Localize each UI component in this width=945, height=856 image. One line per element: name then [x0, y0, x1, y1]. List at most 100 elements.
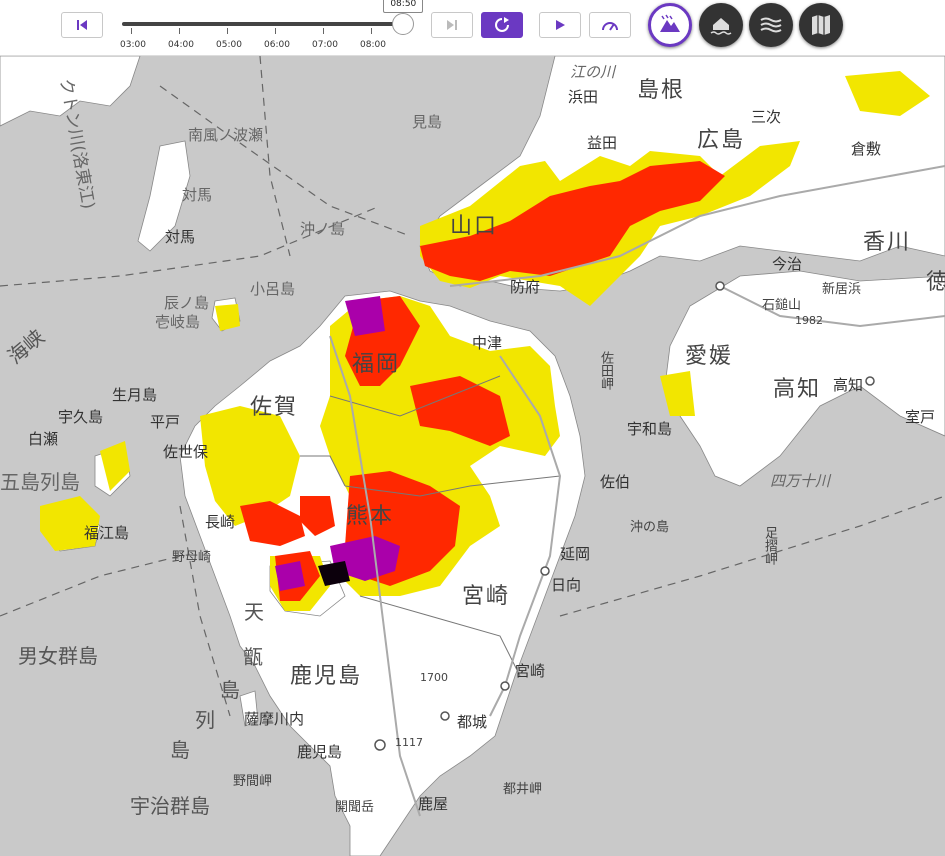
- label-uwajima: 宇和島: [627, 420, 673, 438]
- tick-mark: [371, 28, 372, 34]
- skip-to-end-button[interactable]: [431, 12, 473, 38]
- city-marker: [540, 566, 550, 576]
- house-flood-icon: [710, 18, 732, 35]
- label-kagoshima-city: 鹿児島: [297, 743, 343, 761]
- label-kochi-city: 高知: [833, 376, 864, 394]
- label-nobeoka: 延岡: [560, 545, 591, 563]
- label-saga: 佐賀: [250, 395, 299, 420]
- skip-start-icon: [77, 20, 87, 30]
- map-canvas: [0, 56, 945, 856]
- tick-mark: [323, 28, 324, 34]
- label-satsumasendai: 薩摩川内: [244, 710, 305, 728]
- label-ikitsuki: 生月島: [112, 386, 158, 404]
- river-icon: [760, 17, 782, 33]
- label-tatsunoshima: 辰ノ島: [164, 294, 210, 312]
- label-muroto: 室戸: [905, 408, 936, 426]
- time-slider-thumb[interactable]: [392, 13, 415, 35]
- boundary-line: [559, 495, 945, 617]
- play-icon: [556, 20, 565, 30]
- label-sasebo: 佐世保: [163, 443, 209, 461]
- label-saiki: 佐伯: [600, 473, 631, 491]
- flood-inundation-layer-button[interactable]: [699, 3, 743, 47]
- tick-label: 05:00: [216, 40, 242, 50]
- label-koshiki2: 島: [220, 678, 240, 702]
- tick-mark: [179, 28, 180, 34]
- boundary-line: [259, 56, 291, 257]
- label-hiroshima: 広島: [697, 128, 746, 153]
- label-miyakonojo: 都城: [457, 713, 488, 731]
- tick-mark: [227, 28, 228, 34]
- label-sadamisaki: 佐田岬: [598, 351, 613, 390]
- skip-end-icon: [447, 20, 457, 30]
- label-koshiki3: 列: [195, 708, 215, 732]
- tick-label: 06:00: [264, 40, 290, 50]
- label-koshiki: 甑: [243, 645, 263, 669]
- label-kumamoto: 熊本: [346, 504, 395, 529]
- label-hamada: 浜田: [568, 88, 599, 106]
- label-toimisaki: 都井岬: [503, 782, 543, 797]
- label-koronoshima: 小呂島: [250, 280, 296, 298]
- purple-amakusa: [275, 561, 305, 591]
- speed-button[interactable]: [589, 12, 631, 38]
- kyushu-risk-map[interactable]: 島根 広島 山口 愛媛 高知 香川 徳 佐賀 福岡 熊本 宮崎 鹿児島 浜田 益…: [0, 56, 945, 856]
- refresh-icon: [495, 17, 509, 32]
- label-nakatsu: 中津: [472, 334, 503, 352]
- city-marker: [374, 739, 386, 751]
- landslide-icon: [660, 14, 680, 32]
- tick-label: 04:00: [168, 40, 194, 50]
- map-layer-button[interactable]: [799, 3, 843, 47]
- label-fukuoka: 福岡: [352, 352, 401, 377]
- label-kagoshima: 鹿児島: [290, 664, 363, 689]
- label-nagasaki: 長崎: [205, 513, 236, 531]
- label-shirase: 白瀬: [28, 430, 59, 448]
- label-height-1700: 1700: [420, 671, 448, 684]
- skip-to-start-button[interactable]: [61, 12, 103, 38]
- label-kaimon: 開聞岳: [335, 800, 375, 815]
- label-kagawa: 香川: [863, 230, 912, 255]
- label-height-1117: 1117: [395, 736, 423, 749]
- label-tsushima-sea: 対馬: [182, 186, 213, 204]
- label-amakusa: 天: [244, 600, 264, 624]
- tick-mark: [275, 28, 276, 34]
- label-gonokawa: 江の川: [570, 63, 616, 81]
- label-imabari: 今治: [772, 255, 803, 273]
- current-time-label: 08:50: [383, 0, 424, 13]
- time-slider-track[interactable]: [122, 22, 412, 26]
- tick-mark: [131, 28, 132, 34]
- city-marker: [440, 711, 450, 721]
- label-kanoya: 鹿屋: [418, 795, 449, 813]
- label-ishizuchi: 石鎚山: [762, 298, 802, 313]
- label-kurashiki: 倉敷: [851, 140, 882, 158]
- label-niihama: 新居浜: [822, 282, 862, 297]
- label-shimanto: 四万十川: [770, 472, 831, 490]
- tick-label: 07:00: [312, 40, 338, 50]
- tick-label: 08:00: [360, 40, 386, 50]
- label-mishima: 見島: [412, 113, 443, 131]
- tick-label: 03:00: [120, 40, 146, 50]
- label-tsushima: 対馬: [165, 228, 196, 246]
- playback-toolbar: 03:00 04:00 05:00 06:00 07:00 08:00 08:5…: [0, 0, 945, 56]
- label-hirado: 平戸: [150, 413, 181, 431]
- label-fukue: 福江島: [84, 524, 130, 542]
- city-marker: [500, 681, 510, 691]
- speedometer-icon: [602, 22, 618, 31]
- boundary-line: [159, 85, 411, 237]
- label-ukushima: 宇久島: [58, 408, 104, 426]
- label-shimane: 島根: [637, 78, 686, 103]
- label-nomamisaki: 野間岬: [233, 774, 273, 789]
- label-ehime: 愛媛: [685, 344, 734, 369]
- folded-map-icon: [812, 15, 830, 35]
- yellow-ehime: [660, 371, 695, 416]
- boundary-line: [0, 555, 181, 617]
- label-goto: 五島列島: [0, 470, 80, 494]
- river-flood-layer-button[interactable]: [749, 3, 793, 47]
- latest-refresh-button[interactable]: [481, 12, 523, 38]
- label-miyazaki: 宮崎: [462, 584, 511, 609]
- label-okinoshima: 沖ノ島: [300, 220, 346, 238]
- landslide-layer-button[interactable]: [648, 3, 692, 47]
- label-tokushima: 徳: [926, 270, 945, 295]
- label-koshiki4: 島: [170, 738, 190, 762]
- label-hyuga: 日向: [551, 576, 582, 594]
- city-marker: [865, 376, 875, 386]
- play-button[interactable]: [539, 12, 581, 38]
